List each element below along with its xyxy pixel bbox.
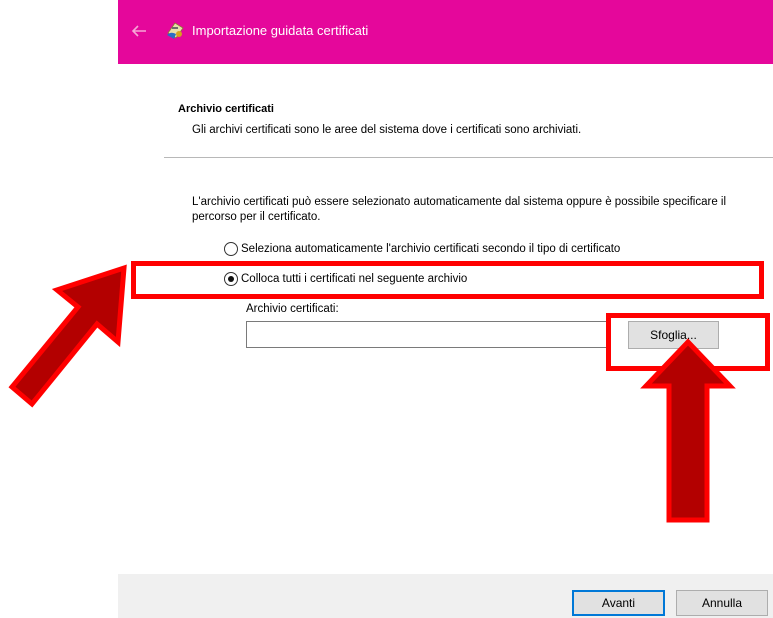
browse-button[interactable]: Sfoglia...	[628, 321, 719, 349]
back-arrow-icon[interactable]	[128, 20, 150, 42]
cancel-button[interactable]: Annulla	[676, 590, 768, 616]
window-title: Importazione guidata certificati	[192, 23, 369, 38]
wizard-window: Importazione guidata certificati Archivi…	[118, 0, 773, 618]
next-button[interactable]: Avanti	[572, 590, 665, 616]
radio-place-in-store-indicator[interactable]	[224, 272, 238, 286]
radio-place-in-store[interactable]: Colloca tutti i certificati nel seguente…	[224, 270, 467, 288]
store-field-label: Archivio certificati:	[246, 303, 339, 315]
radio-automatic-indicator[interactable]	[224, 242, 238, 256]
section-description: Gli archivi certificati sono le aree del…	[192, 124, 582, 136]
radio-place-in-store-label: Colloca tutti i certificati nel seguente…	[241, 273, 468, 285]
radio-automatic-label: Seleziona automaticamente l'archivio cer…	[241, 243, 621, 255]
divider	[164, 157, 773, 158]
footer-bar: Avanti Annulla	[118, 574, 773, 618]
section-heading: Archivio certificati	[178, 103, 274, 115]
radio-automatic-store[interactable]: Seleziona automaticamente l'archivio cer…	[224, 240, 620, 258]
intro-text: L'archivio certificati può essere selezi…	[192, 196, 727, 223]
title-bar: Importazione guidata certificati	[118, 0, 773, 64]
certificate-store-input[interactable]	[246, 321, 610, 348]
certificate-icon	[167, 22, 184, 39]
